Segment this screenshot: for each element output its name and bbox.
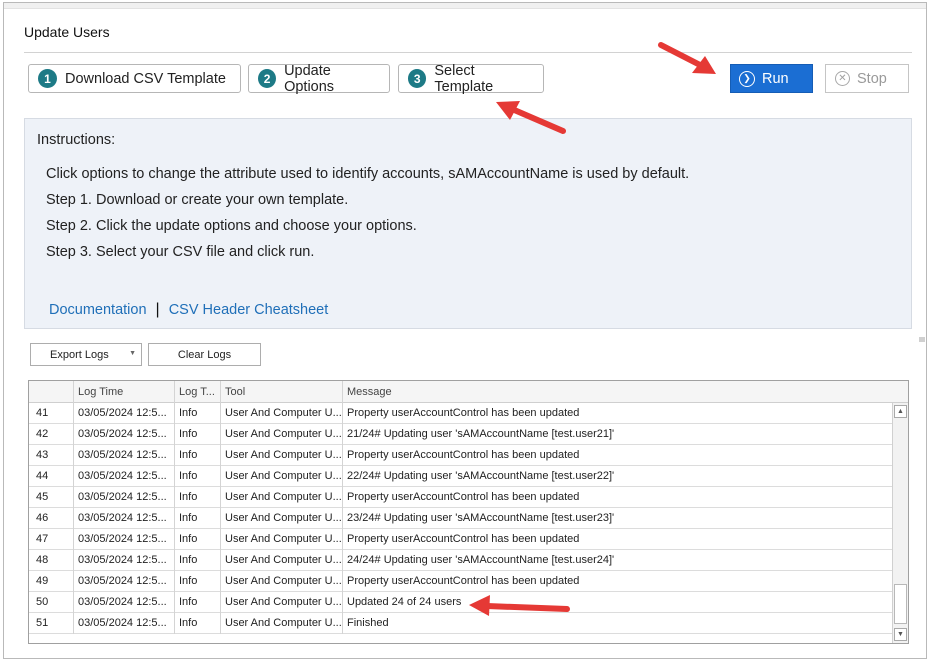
annotation-arrow-run (658, 42, 716, 74)
annotation-arrow-select-template (496, 101, 566, 134)
annotation-arrow-updated-row (469, 595, 570, 616)
annotation-arrows (469, 42, 716, 616)
